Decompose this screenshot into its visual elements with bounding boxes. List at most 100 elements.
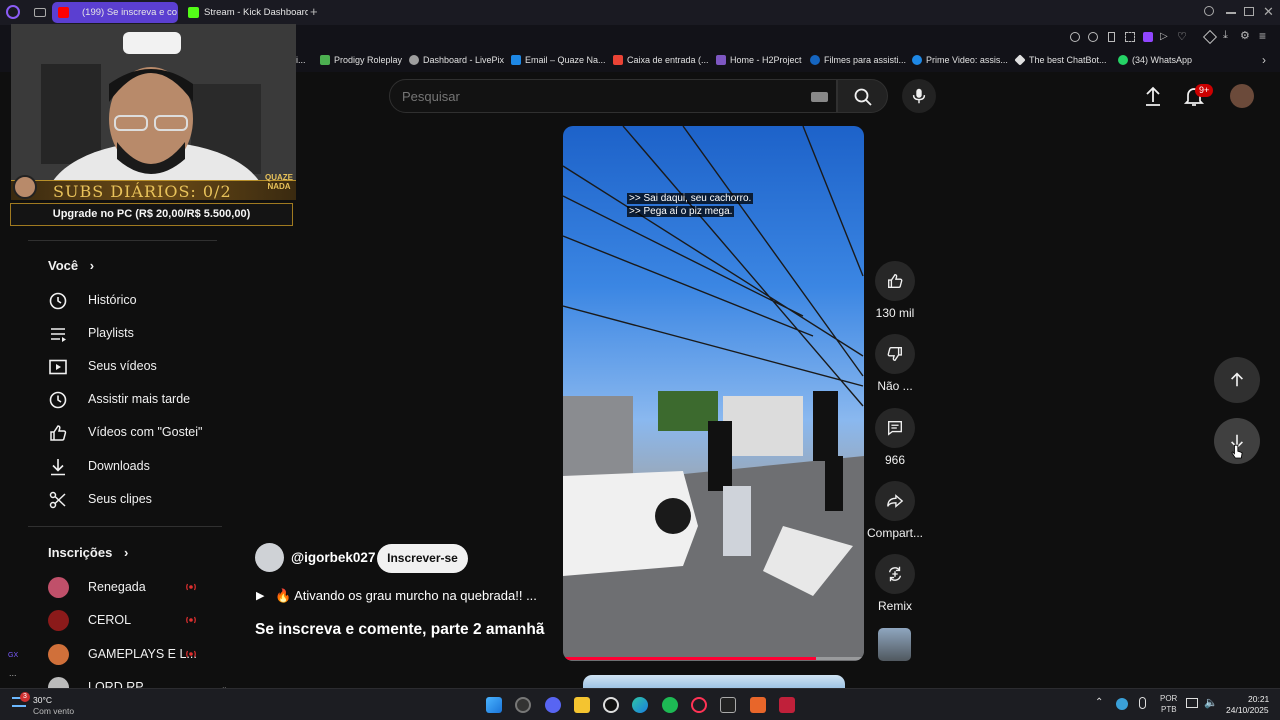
close-window-button[interactable]: ✕	[1263, 4, 1274, 20]
sidebar-item-downloads[interactable]: Downloads	[28, 450, 222, 483]
emoji-icon[interactable]	[1088, 32, 1098, 42]
remix-button[interactable]	[875, 554, 915, 594]
sidebar-item-watch-later[interactable]: Assistir mais tarde	[28, 383, 222, 416]
search-tabs-icon[interactable]	[1204, 6, 1214, 16]
sidebar-item-your-videos[interactable]: Seus vídeos	[28, 350, 222, 383]
share-button[interactable]	[875, 481, 915, 521]
bookmark-prodigy[interactable]: Prodigy Roleplay	[320, 54, 402, 67]
search-input[interactable]	[402, 86, 792, 106]
opera-logo-icon[interactable]	[6, 5, 20, 19]
bookmark-label: Filmes para assisti...	[824, 55, 907, 65]
dislike-button[interactable]	[875, 334, 915, 374]
channel-avatar[interactable]	[255, 543, 284, 572]
bookmark-partial[interactable]: i...	[296, 54, 306, 67]
sidebar-item-clips[interactable]: Seus clipes	[28, 483, 222, 516]
bookmark-filmes[interactable]: Filmes para assisti...	[810, 54, 906, 67]
app-dark-icon[interactable]	[515, 697, 531, 713]
gx-label[interactable]: GX	[8, 652, 18, 659]
weather-widget[interactable]: 3 30°C Com vento	[8, 691, 88, 719]
tray-mic-icon[interactable]	[1139, 697, 1146, 709]
extensions-icon[interactable]	[1202, 29, 1218, 45]
next-short-preview[interactable]	[583, 675, 845, 688]
bookmark-email[interactable]: Email – Quaze Na...	[511, 54, 606, 67]
tab-kick[interactable]: Stream - Kick Dashboard	[182, 2, 308, 23]
bookmark-h2project[interactable]: Home - H2Project	[716, 54, 802, 67]
search-box[interactable]	[389, 79, 837, 113]
watch-later-icon	[49, 391, 67, 409]
previous-short-button[interactable]	[1214, 357, 1260, 403]
discord-icon[interactable]	[545, 697, 561, 713]
network-icon[interactable]	[1186, 698, 1198, 708]
channel-name: GAMEPLAYS E L...	[88, 647, 197, 661]
tray-chevron-icon[interactable]: ⌃	[1095, 697, 1103, 708]
spotify-icon[interactable]	[662, 697, 678, 713]
snapshot-icon[interactable]	[1125, 32, 1135, 42]
clock-time[interactable]: 20:21	[1248, 694, 1269, 704]
sidebar-item-playlists[interactable]: Playlists	[28, 317, 222, 350]
maximize-button[interactable]	[1244, 7, 1254, 16]
twitch-icon[interactable]	[1143, 32, 1153, 42]
like-button[interactable]	[875, 261, 915, 301]
bookmark-whatsapp[interactable]: (34) WhatsApp	[1118, 54, 1192, 67]
bookmark-gmail[interactable]: Caixa de entrada (...	[613, 54, 709, 67]
player-icon[interactable]: ▷	[1160, 31, 1168, 42]
subscription-item[interactable]: CEROL	[28, 604, 222, 637]
caption-line: >> Pega aí o piz mega.	[627, 206, 735, 217]
capture-app-icon[interactable]	[720, 697, 736, 713]
app-red-icon[interactable]	[779, 697, 795, 713]
opera-gx-icon[interactable]	[691, 697, 707, 713]
channel-avatar	[48, 577, 69, 598]
clock-date[interactable]: 24/10/2025	[1226, 705, 1269, 715]
sidebar-item-liked[interactable]: Vídeos com "Gostei"	[28, 416, 222, 449]
dislike-label: Não ...	[877, 379, 913, 393]
bookmark-prime[interactable]: Prime Video: assis...	[912, 54, 1008, 67]
heart-icon[interactable]: ♡	[1177, 30, 1187, 43]
short-video-player[interactable]: >> Sai daqui, seu cachorro. >> Pega aí o…	[563, 126, 864, 661]
play-description-icon[interactable]: ▶	[256, 589, 264, 602]
upload-button[interactable]	[1143, 85, 1163, 107]
search-button[interactable]	[837, 79, 888, 113]
subscribe-button[interactable]: Inscrever-se	[377, 544, 468, 573]
minimize-button[interactable]	[1226, 12, 1236, 14]
subscription-item[interactable]: LORD RP	[28, 671, 222, 688]
keyboard-lang-1[interactable]: POR	[1160, 694, 1177, 703]
windows-start-icon[interactable]	[486, 697, 502, 713]
more-bookmarks-icon[interactable]: ›	[1262, 53, 1266, 67]
channel-handle[interactable]: @igorbek027	[291, 550, 375, 565]
workspaces-icon[interactable]	[34, 8, 46, 17]
tab-kick-label: Stream - Kick Dashboard	[204, 7, 308, 18]
easy-setup-icon[interactable]: ⚙	[1240, 29, 1250, 42]
menu-icon[interactable]: ≡	[1259, 29, 1266, 43]
more-dots-icon[interactable]: ...	[9, 668, 17, 678]
remix-label: Remix	[877, 599, 912, 613]
volume-icon[interactable]: 🔈	[1204, 696, 1218, 709]
bookmark-chatbot[interactable]: The best ChatBot...	[1014, 54, 1107, 67]
keyboard-lang-2[interactable]: PTB	[1161, 705, 1177, 714]
edge-icon[interactable]	[632, 697, 648, 713]
tray-app-icon[interactable]	[1116, 698, 1128, 710]
short-description[interactable]: 🔥 Ativando os grau murcho na quebrada!! …	[275, 588, 537, 604]
sidebar-subscriptions-header[interactable]: Inscrições ›	[48, 545, 128, 560]
app-orange-icon[interactable]	[750, 697, 766, 713]
comments-button[interactable]	[875, 408, 915, 448]
downloads-toolbar-icon[interactable]: ⤓	[1223, 29, 1228, 42]
subscription-item[interactable]: Renegada	[28, 571, 222, 604]
bookmark-label: Prime Video: assis...	[926, 55, 1008, 65]
file-explorer-icon[interactable]	[574, 697, 590, 713]
avatar[interactable]	[1230, 84, 1254, 108]
gamma-icon[interactable]	[603, 697, 619, 713]
sidebar-item-label: Playlists	[88, 326, 134, 340]
download-icon	[51, 459, 65, 476]
sidebar-you-header[interactable]: Você ›	[48, 258, 94, 273]
voice-search-button[interactable]	[902, 79, 936, 113]
pin-icon[interactable]	[1108, 32, 1115, 42]
sound-thumbnail[interactable]	[878, 628, 911, 661]
sidebar-item-history[interactable]: Histórico	[28, 284, 222, 317]
bookmark-livepix[interactable]: Dashboard - LivePix	[409, 54, 504, 67]
subscription-item[interactable]: GAMEPLAYS E L...	[28, 638, 222, 671]
new-tab-button[interactable]: +	[310, 4, 318, 19]
video-progress-track[interactable]	[563, 657, 864, 660]
zoom-icon[interactable]	[1070, 32, 1080, 42]
keyboard-icon[interactable]	[811, 92, 828, 102]
tab-youtube[interactable]: (199) Se inscreva e co	[52, 2, 178, 23]
